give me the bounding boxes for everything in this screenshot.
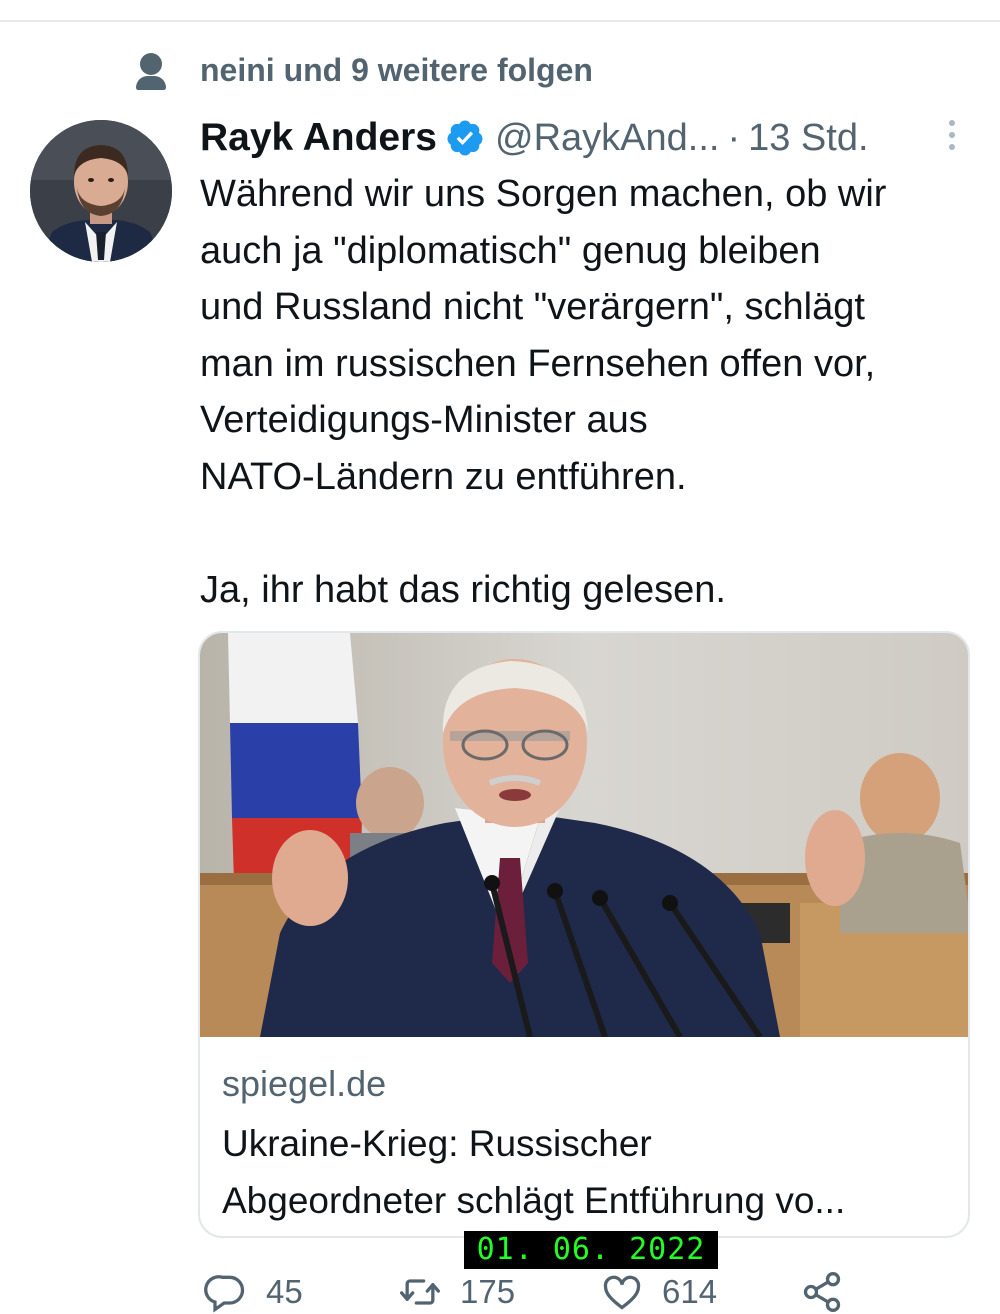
link-card-title-line: Ukraine-Krieg: Russischer	[222, 1123, 652, 1164]
author-handle[interactable]: @RaykAnd...	[495, 117, 719, 160]
like-count: 614	[662, 1273, 718, 1310]
tweet-header: Rayk Anders @RaykAnd... · 13 Std.	[200, 110, 980, 166]
tweet-text-line: Während wir uns Sorgen machen, ob wir	[200, 173, 887, 215]
link-card-title-line: Abgeordneter schlägt Entführung vo...	[222, 1180, 846, 1221]
link-card-image	[200, 633, 968, 1037]
link-card-domain: spiegel.de	[222, 1063, 387, 1104]
tweet-text-line: man im russischen Fernsehen offen vor,	[200, 342, 876, 385]
share-icon	[803, 1272, 841, 1312]
reply-button[interactable]: 45	[204, 1270, 303, 1314]
retweet-icon	[400, 1279, 440, 1305]
tweet-text: Während wir uns Sorgen machen, ob wir au…	[200, 166, 990, 618]
separator-dot: ·	[727, 116, 741, 159]
retweet-count: 175	[460, 1273, 516, 1310]
link-card[interactable]: spiegel.de Ukraine-Krieg: Russischer Abg…	[198, 631, 970, 1238]
link-card-title: Ukraine-Krieg: Russischer Abgeordneter s…	[222, 1115, 952, 1229]
timeline-divider	[0, 20, 1000, 22]
person-icon	[134, 49, 168, 91]
more-options-icon[interactable]	[946, 120, 958, 156]
like-button[interactable]: 614	[600, 1270, 717, 1314]
author-name[interactable]: Rayk Anders	[200, 116, 437, 160]
tweet-text-line: Ja, ihr habt das richtig gelesen.	[200, 568, 726, 611]
tweet-text-line: Verteidigungs-Minister aus	[200, 399, 648, 441]
verified-badge-icon	[447, 120, 483, 156]
tweet-text-line: und Russland nicht "verärgern", schlägt	[200, 286, 865, 328]
tweet-text-line: NATO-Ländern zu entführen.	[200, 455, 687, 498]
heart-icon	[603, 1275, 641, 1310]
retweet-button[interactable]: 175	[398, 1270, 515, 1314]
reply-icon	[204, 1275, 245, 1313]
social-context-text: neini und 9 weitere folgen	[200, 51, 593, 88]
tweet-actions: 45 175 614	[200, 1266, 1000, 1313]
tweet-timestamp[interactable]: 13 Std.	[748, 117, 868, 160]
reply-count: 45	[266, 1273, 303, 1310]
avatar[interactable]	[30, 120, 172, 262]
tweet-text-line: auch ja "diplomatisch" genug bleiben	[200, 229, 821, 272]
share-button[interactable]	[800, 1270, 844, 1314]
social-context[interactable]: neini und 9 weitere folgen	[134, 48, 593, 92]
date-stamp-overlay: 01. 06. 2022	[464, 1231, 718, 1269]
